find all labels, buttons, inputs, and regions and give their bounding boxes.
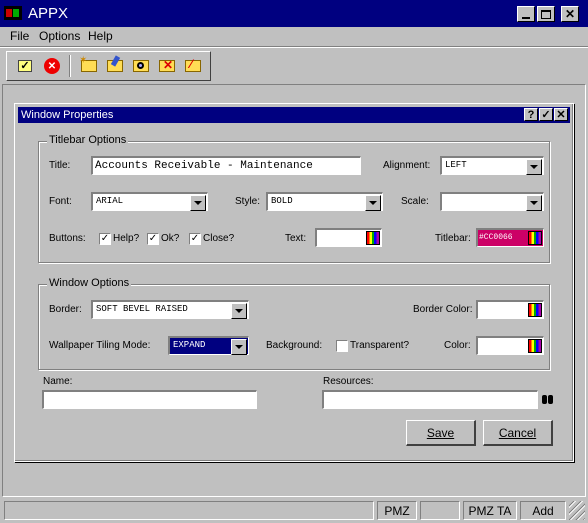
new-folder-icon: ✶ (79, 55, 97, 72)
close-checkbox[interactable]: ✓ (189, 233, 201, 245)
binoculars-button[interactable] (539, 390, 555, 408)
maximize-icon (541, 9, 551, 19)
remove-folder-icon: ⁄ (185, 57, 201, 72)
save-button[interactable]: Save (406, 420, 476, 446)
dialog-help-button[interactable]: ? (524, 108, 538, 121)
border-select[interactable]: SOFT BEVEL RAISED (91, 300, 249, 319)
help-checkbox-label: Help? (113, 233, 140, 244)
style-label: Style: (235, 196, 261, 207)
text-color-label: Text: (285, 233, 307, 244)
title-label: Title: (49, 160, 71, 171)
check-icon: ✓ (18, 60, 32, 72)
background-color-field[interactable] (476, 336, 544, 355)
name-input[interactable] (42, 390, 257, 409)
font-label: Font: (49, 196, 72, 207)
edit-toolbar-button[interactable] (103, 55, 127, 77)
color-label: Color: (444, 340, 471, 351)
close-icon: ✕ (556, 109, 566, 121)
wallpaper-label: Wallpaper Tiling Mode: (49, 340, 151, 351)
minimize-button[interactable] (517, 6, 535, 22)
menu-options[interactable]: Options (39, 29, 80, 43)
text-color-field[interactable] (315, 228, 382, 247)
chevron-down-icon[interactable] (365, 195, 381, 211)
border-label: Border: (49, 304, 82, 315)
close-button[interactable]: ✕ (561, 6, 579, 22)
font-select[interactable]: ARIAL (91, 192, 208, 211)
dialog-ok-button[interactable]: ✓ (539, 108, 553, 121)
color-picker-icon[interactable] (366, 231, 380, 245)
cancel-icon: ✕ (44, 58, 60, 74)
titlebar-color-field[interactable]: #CC0066 (476, 228, 544, 247)
help-checkbox[interactable]: ✓ (99, 233, 111, 245)
alignment-select[interactable]: LEFT (440, 156, 544, 175)
minimize-icon (522, 17, 530, 19)
delete-toolbar-button[interactable]: ✕ (155, 55, 179, 77)
color-picker-icon[interactable] (528, 231, 542, 245)
resources-input[interactable] (322, 390, 538, 409)
status-pmzta: PMZ TA (463, 501, 517, 520)
menu-help[interactable]: Help (88, 29, 113, 43)
app-titlebar: APPX ✕ (0, 0, 588, 27)
find-toolbar-button[interactable] (129, 55, 153, 77)
status-mode: Add (520, 501, 566, 520)
dialog-title: Window Properties (21, 109, 114, 121)
background-label: Background: (266, 340, 323, 351)
new-toolbar-button[interactable]: ✶ (77, 55, 101, 77)
resources-label: Resources: (323, 376, 374, 387)
close-icon: ✕ (564, 7, 576, 21)
toolbar: ✓ ✕ ✶ ✕ ⁄ (6, 51, 211, 81)
edit-folder-icon (107, 55, 123, 72)
check-icon: ✓ (541, 109, 551, 121)
cancel-toolbar-button[interactable]: ✕ (40, 55, 64, 77)
cancel-button[interactable]: Cancel (483, 420, 553, 446)
dialog-titlebar: Window Properties ? ✓ ✕ (18, 107, 570, 123)
help-icon: ? (527, 108, 535, 121)
window-options-legend: Window Options (47, 277, 132, 289)
buttons-label: Buttons: (49, 233, 86, 244)
name-label: Name: (43, 376, 73, 387)
ok-checkbox[interactable]: ✓ (147, 233, 159, 245)
scale-label: Scale: (401, 196, 429, 207)
chevron-down-icon[interactable] (526, 159, 542, 175)
border-color-field[interactable] (476, 300, 544, 319)
wallpaper-select[interactable]: EXPAND (168, 336, 249, 355)
titlebar-options-legend: Titlebar Options (47, 134, 129, 146)
transparent-checkbox[interactable] (336, 340, 348, 352)
chevron-down-icon[interactable] (231, 303, 247, 319)
title-input[interactable]: Accounts Receivable - Maintenance (91, 156, 361, 175)
transparent-checkbox-label: Transparent? (350, 340, 410, 351)
color-picker-icon[interactable] (528, 339, 542, 353)
menu-file[interactable]: File (10, 29, 29, 43)
dialog-close-button[interactable]: ✕ (554, 108, 568, 121)
alignment-label: Alignment: (383, 160, 431, 171)
check-icon: ✓ (100, 233, 110, 244)
app-logo-icon (4, 6, 22, 20)
check-icon: ✓ (148, 233, 158, 244)
delete-folder-icon: ✕ (159, 58, 175, 72)
status-main (4, 501, 374, 520)
chevron-down-icon[interactable] (526, 195, 542, 211)
scale-select[interactable] (440, 192, 544, 211)
titlebar-color-label: Titlebar: (435, 233, 471, 244)
status-pmz: PMZ (377, 501, 417, 520)
find-folder-icon (133, 60, 149, 72)
binoculars-icon (541, 394, 553, 404)
border-color-label: Border Color: (413, 304, 473, 315)
color-picker-icon[interactable] (528, 303, 542, 317)
remove-toolbar-button[interactable]: ⁄ (181, 55, 205, 77)
window-properties-dialog: Window Properties ? ✓ ✕ Titlebar Options… (14, 103, 574, 462)
check-icon: ✓ (190, 233, 200, 244)
menu-divider (0, 46, 588, 48)
style-select[interactable]: BOLD (266, 192, 383, 211)
close-checkbox-label: Close? (203, 233, 235, 244)
chevron-down-icon[interactable] (231, 339, 247, 355)
status-blank (420, 501, 460, 520)
app-title: APPX (28, 5, 69, 22)
window-options-group: Window Options (38, 277, 550, 370)
accept-toolbar-button[interactable]: ✓ (13, 55, 37, 77)
resize-grip-icon[interactable] (569, 501, 585, 520)
chevron-down-icon[interactable] (190, 195, 206, 211)
maximize-button[interactable] (537, 6, 555, 22)
ok-checkbox-label: Ok? (161, 233, 180, 244)
